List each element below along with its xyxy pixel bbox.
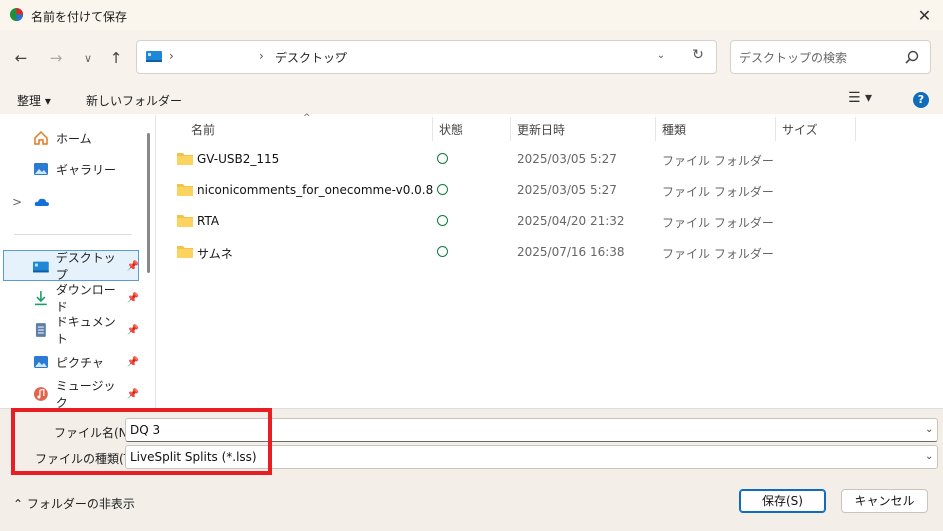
column-separator[interactable] (432, 117, 433, 141)
new-folder-button[interactable]: 新しいフォルダー (86, 92, 182, 109)
sidebar-item-gallery[interactable]: ギャラリー (33, 157, 116, 181)
close-button[interactable]: ✕ (906, 0, 943, 30)
file-type: ファイル フォルダー (662, 185, 774, 199)
app-icon (9, 7, 24, 22)
file-modified: 2025/07/16 16:38 (517, 245, 625, 259)
file-row[interactable]: サムネ 2025/07/16 16:38 ファイル フォルダー (157, 238, 943, 269)
gallery-icon (34, 163, 48, 175)
breadcrumb-separator[interactable]: › (335, 49, 340, 63)
window-title: 名前を付けて保存 (31, 10, 128, 24)
up-button[interactable]: ↑ (104, 46, 128, 70)
sidebar-item-label: ホーム (56, 131, 92, 146)
recent-locations-button[interactable]: ∨ (76, 46, 100, 70)
sidebar-item-label: ダウンロード (55, 283, 116, 314)
pin-icon: 📌 (126, 260, 139, 272)
column-separator[interactable] (775, 117, 776, 141)
hide-folders-button[interactable]: ⌃ フォルダーの非表示 (13, 495, 135, 512)
refresh-icon[interactable]: ↻ (688, 47, 708, 63)
desktop-icon (33, 261, 49, 273)
column-separator[interactable] (510, 117, 511, 141)
column-separator[interactable] (655, 117, 656, 141)
file-type: ファイル フォルダー (662, 216, 774, 230)
organize-button[interactable]: 整理 ▾ (17, 92, 51, 109)
sidebar-item-label: デスクトップ (55, 251, 116, 282)
expand-chevron-icon[interactable]: > (12, 195, 22, 209)
column-separator[interactable] (855, 117, 856, 141)
search-icon[interactable] (904, 49, 920, 65)
sync-ok-icon (437, 246, 448, 257)
chevron-down-icon[interactable]: ⌄ (925, 451, 933, 462)
column-header-status[interactable]: 状態 (439, 121, 463, 138)
document-icon (35, 323, 46, 337)
pin-icon: 📌 (126, 324, 139, 336)
sidebar-item-downloads[interactable]: ダウンロード 📌 (33, 283, 139, 314)
forward-button[interactable]: → (44, 46, 68, 70)
file-type: ファイル フォルダー (662, 154, 774, 168)
music-icon (33, 387, 48, 401)
desktop-icon (146, 51, 162, 62)
sidebar-item-pictures[interactable]: ピクチャ 📌 (33, 350, 139, 374)
file-row[interactable]: niconicomments_for_onecomme-v0.0.8 2025/… (157, 176, 943, 207)
home-icon (34, 130, 48, 145)
file-row[interactable]: RTA 2025/04/20 21:32 ファイル フォルダー (157, 207, 943, 238)
chevron-down-icon[interactable]: ⌄ (925, 424, 933, 435)
sidebar-item-music[interactable]: ミュージック 📌 (33, 379, 139, 410)
pin-icon: 📌 (126, 292, 139, 304)
onedrive-icon (34, 198, 50, 206)
file-modified: 2025/03/05 5:27 (517, 183, 617, 197)
file-modified: 2025/03/05 5:27 (517, 152, 617, 166)
sort-ascending-icon: ^ (303, 113, 311, 123)
breadcrumb-separator[interactable]: › (169, 49, 174, 63)
sidebar-item-documents[interactable]: ドキュメント 📌 (33, 315, 139, 346)
sync-ok-icon (437, 215, 448, 226)
file-name: GV-USB2_115 (197, 152, 280, 166)
sidebar-item-desktop[interactable]: デスクトップ 📌 (33, 251, 139, 282)
file-row[interactable]: GV-USB2_115 2025/03/05 5:27 ファイル フォルダー (157, 145, 943, 176)
file-type: ファイル フォルダー (662, 247, 774, 261)
file-name: niconicomments_for_onecomme-v0.0.8 (197, 183, 434, 197)
sidebar-item-onedrive[interactable]: > (12, 190, 57, 214)
folder-icon (177, 184, 193, 196)
folder-icon (177, 246, 193, 258)
column-header-modified[interactable]: 更新日時 (517, 121, 565, 138)
sidebar-item-label: ピクチャ (56, 355, 104, 370)
sync-ok-icon (437, 184, 448, 195)
sidebar-item-label: ギャラリー (56, 162, 117, 177)
pane-divider[interactable] (155, 115, 156, 408)
sidebar-item-home[interactable]: ホーム (33, 126, 92, 150)
address-dropdown-icon[interactable]: ⌄ (652, 50, 670, 61)
sidebar-item-label: ドキュメント (55, 315, 116, 346)
file-name: RTA (197, 214, 220, 228)
folder-icon (177, 215, 193, 227)
pictures-icon (34, 356, 48, 368)
search-placeholder: デスクトップの検索 (739, 51, 848, 65)
sidebar-scrollbar[interactable] (147, 133, 150, 273)
download-icon (34, 291, 47, 306)
pin-icon: 📌 (126, 388, 139, 400)
sidebar-divider (14, 234, 132, 235)
column-header-name[interactable]: 名前 (191, 121, 215, 138)
pin-icon: 📌 (126, 356, 139, 368)
filename-field[interactable]: DQ 3 (125, 418, 938, 442)
breadcrumb-separator[interactable]: › (259, 49, 264, 63)
view-options-button[interactable]: ☰ ▾ (848, 90, 872, 106)
sync-ok-icon (437, 153, 448, 164)
column-header-type[interactable]: 種類 (662, 121, 686, 138)
folder-icon (177, 153, 193, 165)
cancel-button[interactable]: キャンセル (841, 489, 928, 513)
back-button[interactable]: ← (9, 46, 33, 70)
sidebar-item-label: ミュージック (55, 379, 116, 410)
title-bar (0, 0, 943, 30)
address-bar[interactable] (136, 40, 717, 74)
file-name: サムネ (197, 247, 233, 261)
file-modified: 2025/04/20 21:32 (517, 214, 625, 228)
column-header-size[interactable]: サイズ (782, 121, 818, 138)
help-icon[interactable]: ? (913, 92, 929, 108)
filetype-select[interactable]: LiveSplit Splits (*.lss) (125, 445, 938, 469)
save-button[interactable]: 保存(S) (739, 489, 826, 513)
